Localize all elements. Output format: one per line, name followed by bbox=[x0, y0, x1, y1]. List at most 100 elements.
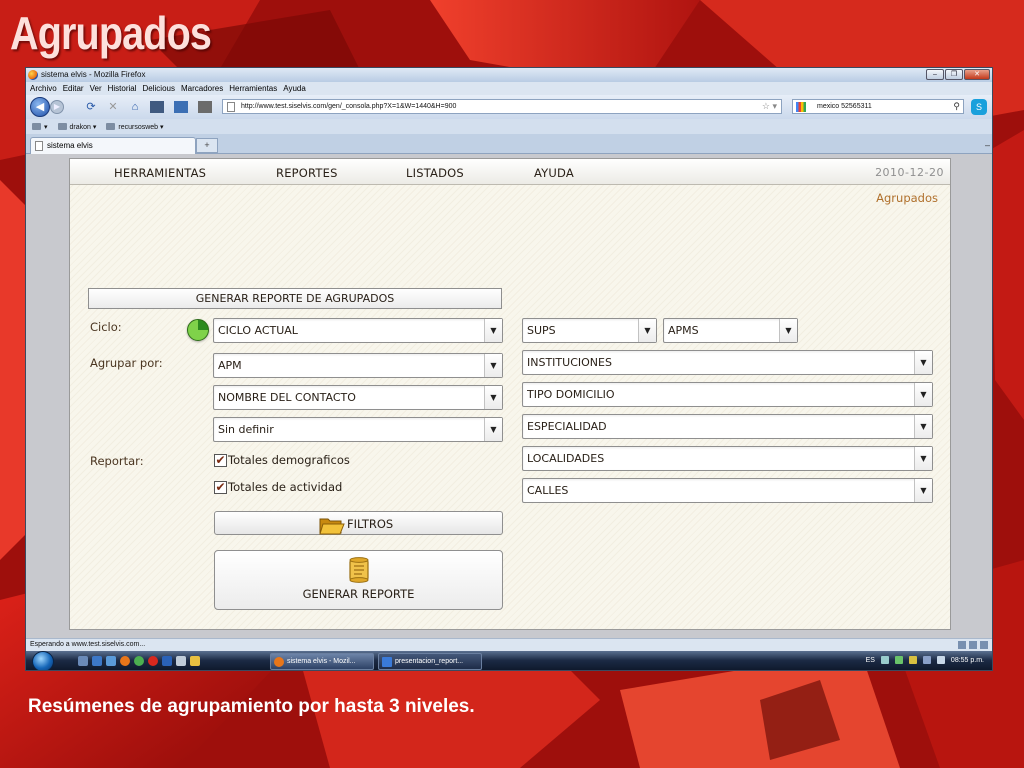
chevron-down-icon: ▼ bbox=[914, 447, 932, 470]
instituciones-value: INSTITUCIONES bbox=[527, 356, 612, 369]
chevron-down-icon: ▼ bbox=[914, 479, 932, 502]
checkbox-totales-demograficos[interactable]: ✔ Totales demograficos bbox=[214, 453, 350, 467]
menu-listados[interactable]: LISTADOS bbox=[406, 166, 464, 180]
agrupar-value-2: NOMBRE DEL CONTACTO bbox=[218, 391, 356, 404]
menu-herramientas[interactable]: Herramientas bbox=[229, 84, 277, 93]
checkbox[interactable]: ✔ bbox=[214, 480, 227, 494]
forward-icon[interactable]: ▶ bbox=[50, 100, 64, 114]
folder-icon bbox=[106, 123, 116, 130]
home-icon[interactable]: ⌂ bbox=[128, 100, 142, 114]
agrupar-select-2[interactable]: NOMBRE DEL CONTACTO ▼ bbox=[213, 385, 503, 410]
folder-icon[interactable] bbox=[190, 656, 200, 666]
menu-ayuda[interactable]: Ayuda bbox=[283, 84, 306, 93]
calles-value: CALLES bbox=[527, 484, 569, 497]
label-agrupar-por: Agrupar por: bbox=[90, 356, 163, 370]
tipo-domicilio-select[interactable]: TIPO DOMICILIO ▼ bbox=[522, 382, 933, 407]
task-firefox[interactable]: sistema elvis - Mozil... bbox=[270, 653, 374, 670]
task-label: presentacion_report... bbox=[395, 658, 464, 665]
slide-caption: Resúmenes de agrupamiento por hasta 3 ni… bbox=[28, 696, 475, 717]
window-title: sistema elvis - Mozilla Firefox bbox=[41, 70, 146, 79]
bookmark-recursosweb[interactable]: recursosweb ▾ bbox=[106, 123, 164, 131]
bookmark-star-icon[interactable]: ☆ ▾ bbox=[762, 100, 777, 113]
section-title: GENERAR REPORTE DE AGRUPADOS bbox=[88, 288, 502, 309]
start-button[interactable] bbox=[32, 651, 54, 670]
especialidad-select[interactable]: ESPECIALIDAD ▼ bbox=[522, 414, 933, 439]
show-desktop-icon[interactable] bbox=[78, 656, 88, 666]
menu-ayuda-app[interactable]: AYUDA bbox=[534, 166, 574, 180]
new-tab-button[interactable]: + bbox=[196, 138, 218, 153]
tray-icon[interactable] bbox=[908, 656, 917, 664]
search-engine-icon[interactable] bbox=[796, 102, 806, 112]
menu-delicious[interactable]: Delicious bbox=[143, 84, 175, 93]
search-bar[interactable]: mexico 52565311 ⚲ bbox=[792, 99, 964, 114]
apms-select[interactable]: APMS ▼ bbox=[663, 318, 798, 343]
filtros-button[interactable]: FILTROS bbox=[214, 511, 503, 535]
tab-sistema-elvis[interactable]: sistema elvis bbox=[30, 137, 196, 154]
window-icon[interactable] bbox=[174, 101, 188, 113]
menu-marcadores[interactable]: Marcadores bbox=[181, 84, 223, 93]
chrome-icon[interactable] bbox=[134, 656, 144, 666]
menu-archivo[interactable]: Archivo bbox=[30, 84, 57, 93]
back-icon[interactable]: ◀ bbox=[30, 97, 50, 117]
bookmarks-menu-icon[interactable]: ▾ bbox=[32, 123, 48, 131]
firefox-icon bbox=[274, 657, 284, 667]
url-bar[interactable]: http://www.test.siselvis.com/gen/_consol… bbox=[222, 99, 782, 114]
bookmark-drakon[interactable]: drakon ▾ bbox=[57, 123, 96, 131]
app-icon[interactable] bbox=[176, 656, 186, 666]
menu-editar[interactable]: Editar bbox=[63, 84, 84, 93]
opera-icon[interactable] bbox=[148, 656, 158, 666]
mail-icon[interactable] bbox=[980, 641, 988, 649]
ie-icon[interactable] bbox=[106, 656, 116, 666]
especialidad-value: ESPECIALIDAD bbox=[527, 420, 607, 433]
skype-icon[interactable]: S bbox=[971, 99, 987, 115]
printer-icon[interactable] bbox=[198, 101, 212, 113]
task-presentation[interactable]: presentacion_report... bbox=[378, 653, 482, 670]
network-icon[interactable] bbox=[922, 656, 931, 664]
addon-icon[interactable] bbox=[958, 641, 966, 649]
chevron-down-icon: ▼ bbox=[914, 415, 932, 438]
stop-icon[interactable]: ✕ bbox=[106, 100, 120, 114]
page-viewport: HERRAMIENTAS REPORTES LISTADOS AYUDA 201… bbox=[26, 154, 992, 638]
menu-herramientas-app[interactable]: HERRAMIENTAS bbox=[114, 166, 206, 180]
clock[interactable]: 08:55 p.m. bbox=[951, 657, 984, 664]
volume-icon[interactable] bbox=[936, 656, 945, 664]
menu-ver[interactable]: Ver bbox=[90, 84, 102, 93]
instituciones-select[interactable]: INSTITUCIONES ▼ bbox=[522, 350, 933, 375]
calles-select[interactable]: CALLES ▼ bbox=[522, 478, 933, 503]
app-icon[interactable] bbox=[162, 656, 172, 666]
close-window-button[interactable]: ✕ bbox=[964, 69, 990, 80]
page-icon bbox=[35, 141, 43, 151]
maximize-button[interactable]: ❐ bbox=[945, 69, 963, 80]
minimize-button[interactable]: – bbox=[926, 69, 944, 80]
explorer-icon[interactable] bbox=[92, 656, 102, 666]
browser-window: sistema elvis - Mozilla Firefox – ❐ ✕ Ar… bbox=[25, 67, 993, 671]
menu-historial[interactable]: Historial bbox=[108, 84, 137, 93]
task-label: sistema elvis - Mozil... bbox=[287, 658, 356, 665]
tray-icon[interactable] bbox=[894, 656, 903, 664]
checkbox[interactable]: ✔ bbox=[214, 453, 227, 467]
chevron-down-icon: ▼ bbox=[914, 351, 932, 374]
firefox-icon[interactable] bbox=[120, 656, 130, 666]
label-ciclo: Ciclo: bbox=[90, 320, 122, 334]
tab-list-icon[interactable]: – bbox=[985, 140, 990, 150]
page-icon bbox=[227, 102, 235, 112]
menu-reportes[interactable]: REPORTES bbox=[276, 166, 338, 180]
agrupar-select-1[interactable]: APM ▼ bbox=[213, 353, 503, 378]
tab-strip: sistema elvis + – bbox=[26, 134, 992, 154]
generar-reporte-button[interactable]: GENERAR REPORTE bbox=[214, 550, 503, 610]
screenshot-icon[interactable] bbox=[150, 101, 164, 113]
app-menubar: HERRAMIENTAS REPORTES LISTADOS AYUDA 201… bbox=[70, 159, 950, 185]
tray-icon[interactable] bbox=[880, 656, 889, 664]
agrupar-select-3[interactable]: Sin definir ▼ bbox=[213, 417, 503, 442]
addon-icon[interactable] bbox=[969, 641, 977, 649]
status-text: Esperando a www.test.siselvis.com... bbox=[30, 641, 146, 648]
localidades-select[interactable]: LOCALIDADES ▼ bbox=[522, 446, 933, 471]
reload-icon[interactable]: ⟳ bbox=[84, 100, 98, 114]
checkbox-totales-actividad[interactable]: ✔ Totales de actividad bbox=[214, 480, 342, 494]
search-icon[interactable]: ⚲ bbox=[953, 100, 960, 113]
ciclo-select[interactable]: CICLO ACTUAL ▼ bbox=[213, 318, 503, 343]
localidades-value: LOCALIDADES bbox=[527, 452, 605, 465]
language-indicator[interactable]: ES bbox=[866, 657, 875, 664]
current-date: 2010-12-20 bbox=[875, 166, 944, 179]
sups-select[interactable]: SUPS ▼ bbox=[522, 318, 657, 343]
